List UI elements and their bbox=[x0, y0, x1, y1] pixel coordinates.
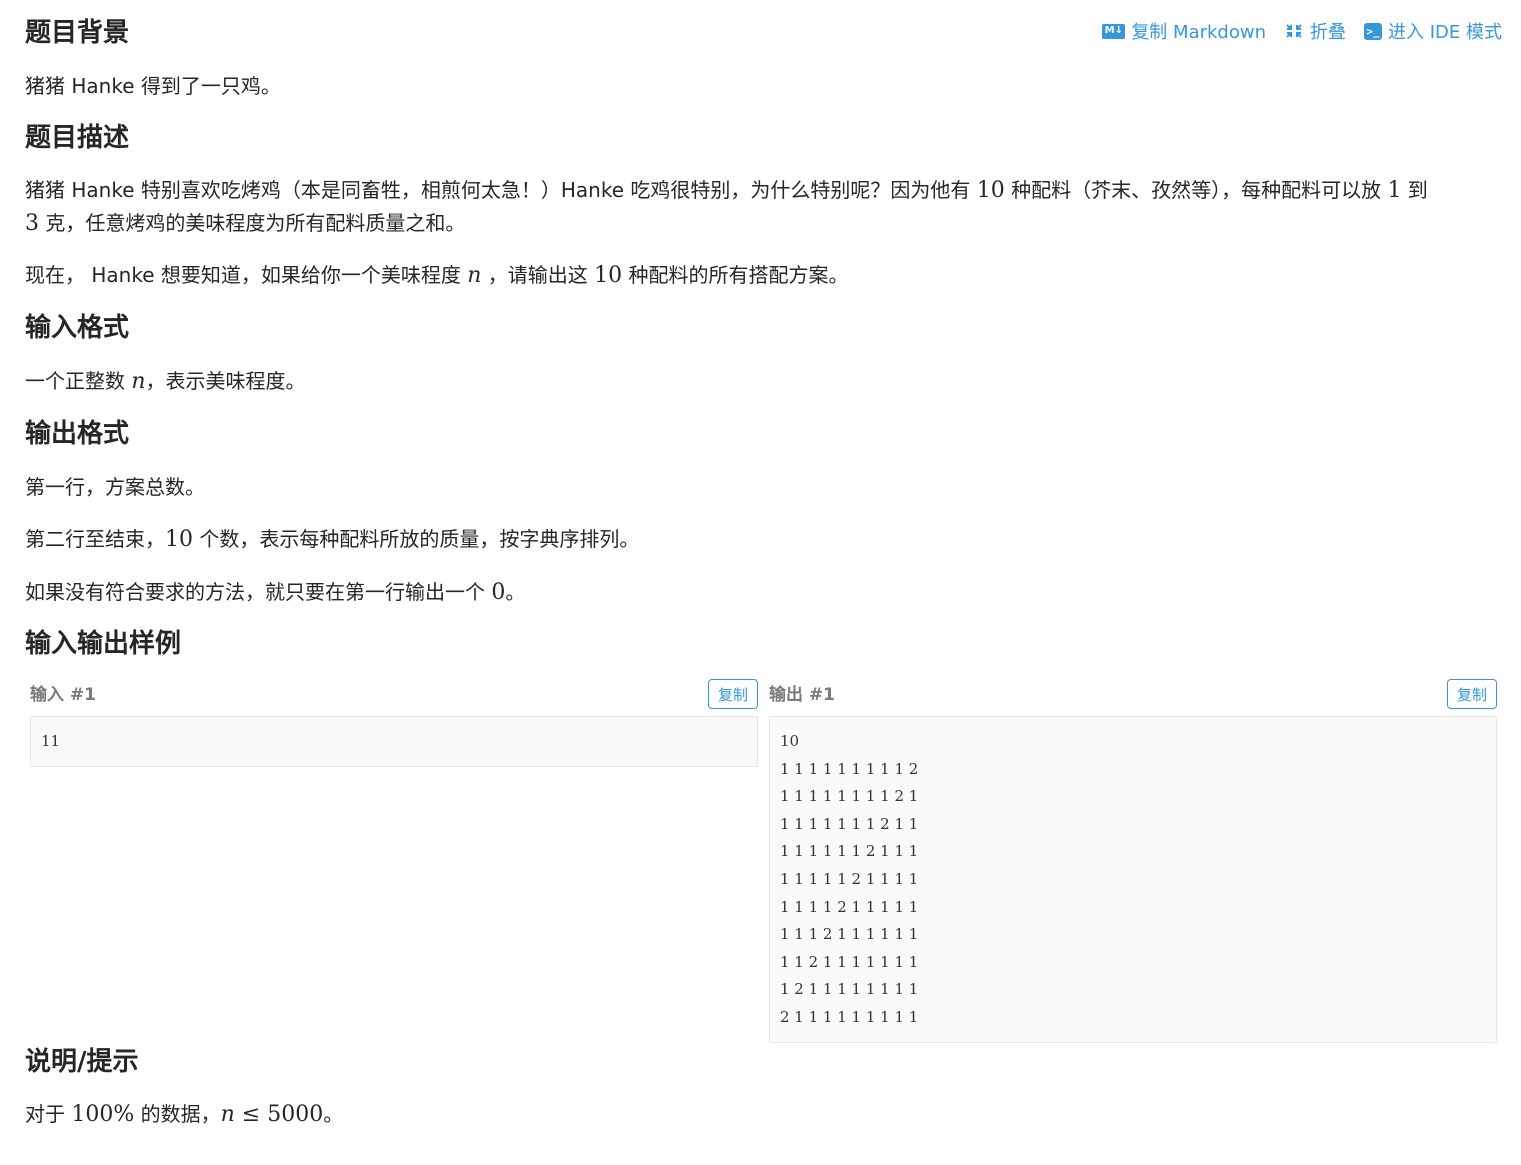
desc-p1-c: 到 bbox=[1401, 178, 1428, 202]
ide-mode-button[interactable]: >_ 进入 IDE 模式 bbox=[1364, 18, 1502, 44]
sample-input-panel: 输入 #1 复制 11 bbox=[30, 678, 758, 767]
sample-output-title: 输出 #1 bbox=[769, 685, 835, 705]
sample-output-header: 输出 #1 复制 bbox=[769, 678, 1497, 710]
output-format-heading: 输出格式 bbox=[25, 419, 130, 449]
samples-heading: 输入输出样例 bbox=[25, 629, 182, 659]
desc-p1-d: 克，任意烤鸡的美味程度为所有配料质量之和。 bbox=[39, 211, 466, 235]
desc-num-1: 1 bbox=[1387, 178, 1402, 203]
desc-num-10: 10 bbox=[976, 178, 1005, 203]
fold-label: 折叠 bbox=[1310, 22, 1346, 43]
sample-output-panel: 输出 #1 复制 10 1 1 1 1 1 1 1 1 1 2 1 1 1 1 … bbox=[769, 678, 1497, 1043]
markdown-icon: M↓ bbox=[1102, 23, 1126, 39]
sample-output-text: 10 1 1 1 1 1 1 1 1 1 2 1 1 1 1 1 1 1 1 2… bbox=[780, 732, 919, 1026]
fold-button[interactable]: 折叠 bbox=[1284, 18, 1346, 44]
sample-output-box[interactable]: 10 1 1 1 1 1 1 1 1 1 2 1 1 1 1 1 1 1 1 2… bbox=[769, 716, 1497, 1043]
description-heading: 题目描述 bbox=[25, 123, 130, 153]
desc-p2-c: 种配料的所有搭配方案。 bbox=[622, 263, 849, 287]
output-line2-a: 第二行至结束， bbox=[25, 527, 165, 551]
input-var-n: n bbox=[131, 369, 146, 394]
description-paragraph-2: 现在， Hanke 想要知道，如果给你一个美味程度 n ，请输出这 10 种配料… bbox=[25, 259, 1501, 292]
desc-p1-a: 猪猪 Hanke 特别喜欢吃烤鸡（本是同畜牲，相煎何太急！）Hanke 吃鸡很特… bbox=[25, 178, 977, 202]
desc-p2-a: 现在， Hanke 想要知道，如果给你一个美味程度 bbox=[25, 263, 468, 287]
output-line3-a: 如果没有符合要求的方法，就只要在第一行输出一个 bbox=[25, 580, 492, 604]
hint-max: 5000 bbox=[267, 1102, 324, 1127]
input-format-b: ，表示美味程度。 bbox=[145, 369, 306, 393]
desc-p2-b: ，请输出这 bbox=[481, 263, 595, 287]
output-line2-b: 个数，表示每种配料所放的质量，按字典序排列。 bbox=[193, 527, 640, 551]
hint-c: 。 bbox=[323, 1102, 344, 1126]
background-text: 猪猪 Hanke 得到了一只鸡。 bbox=[25, 74, 281, 98]
problem-toolbar: M↓ 复制 Markdown 折叠 >_ 进入 IDE 模式 bbox=[1102, 18, 1502, 44]
hint-le-symbol: ≤ bbox=[234, 1102, 268, 1127]
collapse-icon bbox=[1286, 24, 1302, 38]
description-paragraph-1: 猪猪 Hanke 特别喜欢吃烤鸡（本是同畜牲，相煎何太急！）Hanke 吃鸡很特… bbox=[25, 174, 1501, 240]
copy-input-button[interactable]: 复制 bbox=[708, 679, 758, 709]
output-line3-num: 0 bbox=[491, 580, 506, 605]
output-line3-b: 。 bbox=[505, 580, 526, 604]
output-line2-num: 10 bbox=[165, 527, 193, 552]
ide-mode-label: 进入 IDE 模式 bbox=[1388, 22, 1502, 43]
copy-markdown-label: 复制 Markdown bbox=[1131, 22, 1266, 43]
sample-input-header: 输入 #1 复制 bbox=[30, 678, 758, 710]
sample-input-text: 11 bbox=[41, 732, 61, 750]
output-format-line-2: 第二行至结束，10 个数，表示每种配料所放的质量，按字典序排列。 bbox=[25, 523, 1501, 556]
terminal-icon: >_ bbox=[1364, 22, 1382, 40]
sample-input-title: 输入 #1 bbox=[30, 685, 96, 705]
copy-output-button[interactable]: 复制 bbox=[1447, 679, 1497, 709]
hint-b: 的数据， bbox=[134, 1102, 221, 1126]
hint-text: 对于 100% 的数据，n ≤ 5000。 bbox=[25, 1098, 1501, 1131]
background-heading: 题目背景 bbox=[25, 18, 130, 48]
hint-heading: 说明/提示 bbox=[25, 1047, 139, 1077]
hint-a: 对于 bbox=[25, 1102, 72, 1126]
input-format-heading: 输入格式 bbox=[25, 313, 130, 343]
desc-var-n: n bbox=[467, 263, 482, 288]
output-format-line-1: 第一行，方案总数。 bbox=[25, 475, 205, 499]
hint-percent: 100% bbox=[71, 1102, 135, 1127]
sample-input-box[interactable]: 11 bbox=[30, 716, 758, 767]
copy-markdown-button[interactable]: M↓ 复制 Markdown bbox=[1102, 18, 1266, 44]
input-format-text: 一个正整数 n，表示美味程度。 bbox=[25, 365, 1501, 398]
desc-num-3: 3 bbox=[25, 211, 39, 236]
input-format-a: 一个正整数 bbox=[25, 369, 132, 393]
hint-var-n: n bbox=[220, 1102, 235, 1127]
output-format-line-3: 如果没有符合要求的方法，就只要在第一行输出一个 0。 bbox=[25, 576, 1501, 609]
desc-p1-b: 种配料（芥末、孜然等），每种配料可以放 bbox=[1004, 178, 1388, 202]
desc-p2-num-10: 10 bbox=[594, 263, 623, 288]
